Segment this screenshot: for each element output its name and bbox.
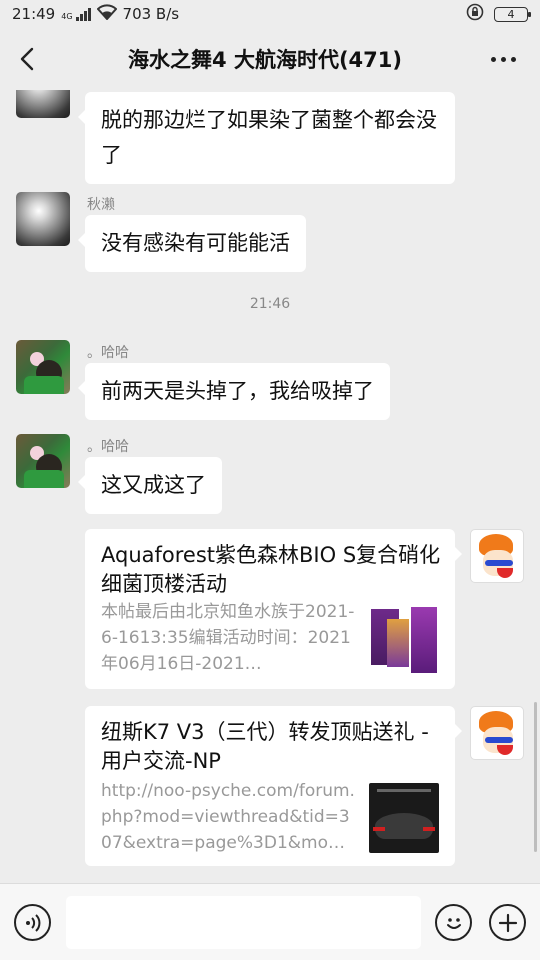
sender-name: 。哈哈 (87, 439, 129, 455)
link-card[interactable]: Aquaforest紫色森林BIO S复合硝化细菌顶楼活动 本帖最后由北京知鱼水… (85, 529, 462, 689)
message-bubble[interactable]: 这又成这了 (78, 457, 222, 514)
avatar[interactable] (16, 340, 70, 394)
avatar[interactable] (16, 192, 70, 246)
message-bubble[interactable]: 没有感染有可能能活 (78, 215, 306, 272)
card-description: http://noo-psyche.com/forum.php?mod=view… (101, 781, 355, 853)
timestamp: 21:46 (249, 296, 291, 312)
sender-name: 。哈哈 (87, 345, 129, 361)
status-bar: 21:49 4G 703 B/s 4 (0, 0, 540, 28)
card-title: 纽斯K7 V3（三代）转发顶贴送礼 - 用户交流-NP (101, 720, 429, 773)
link-card[interactable]: 纽斯K7 V3（三代）转发顶贴送礼 - 用户交流-NP http://noo-p… (85, 706, 462, 866)
network-badge: 4G (61, 12, 73, 21)
message-bubble[interactable]: 前两天是头掉了，我给吸掉了 (78, 363, 390, 420)
status-time: 21:49 (12, 5, 56, 23)
battery-icon: 4 (494, 6, 531, 22)
plus-button[interactable] (489, 904, 526, 941)
card-description: 本帖最后由北京知鱼水族于2021-6-1613:35编辑活动时间：2021年06… (101, 602, 355, 674)
chat-area[interactable]: 脱的那边烂了如果染了菌整个都会没了 秋濑 没有感染有可能能活 21:46 。哈哈… (0, 90, 540, 883)
wifi-icon (96, 4, 117, 24)
more-button[interactable] (466, 28, 540, 90)
input-bar (0, 883, 540, 960)
card-title: Aquaforest紫色森林BIO S复合硝化细菌顶楼活动 (101, 543, 441, 596)
chat-header: 海水之舞4 大航海时代(471) (0, 28, 540, 90)
rotation-lock-icon (466, 3, 484, 25)
sender-name: 秋濑 (87, 197, 115, 213)
more-dots-icon (490, 56, 516, 62)
emoji-button[interactable] (435, 904, 472, 941)
card-thumbnail (369, 783, 439, 853)
voice-icon (25, 913, 40, 932)
network-speed: 703 B/s (122, 5, 180, 23)
my-avatar[interactable] (470, 706, 524, 760)
avatar[interactable] (16, 434, 70, 488)
message-input[interactable] (66, 896, 421, 949)
card-thumbnail (369, 605, 439, 675)
back-button[interactable] (0, 28, 54, 90)
emoji-icon (446, 917, 461, 929)
plus-icon (498, 913, 517, 932)
avatar[interactable] (16, 90, 70, 118)
chat-title: 海水之舞4 大航海时代(471) (128, 48, 402, 72)
signal-icon: 4G (61, 7, 91, 21)
my-avatar[interactable] (470, 529, 524, 583)
scrollbar[interactable] (534, 702, 537, 852)
message-bubble[interactable]: 脱的那边烂了如果染了菌整个都会没了 (78, 92, 455, 184)
voice-button[interactable] (14, 904, 51, 941)
back-arrow-icon (20, 47, 34, 71)
battery-level: 4 (507, 7, 515, 21)
